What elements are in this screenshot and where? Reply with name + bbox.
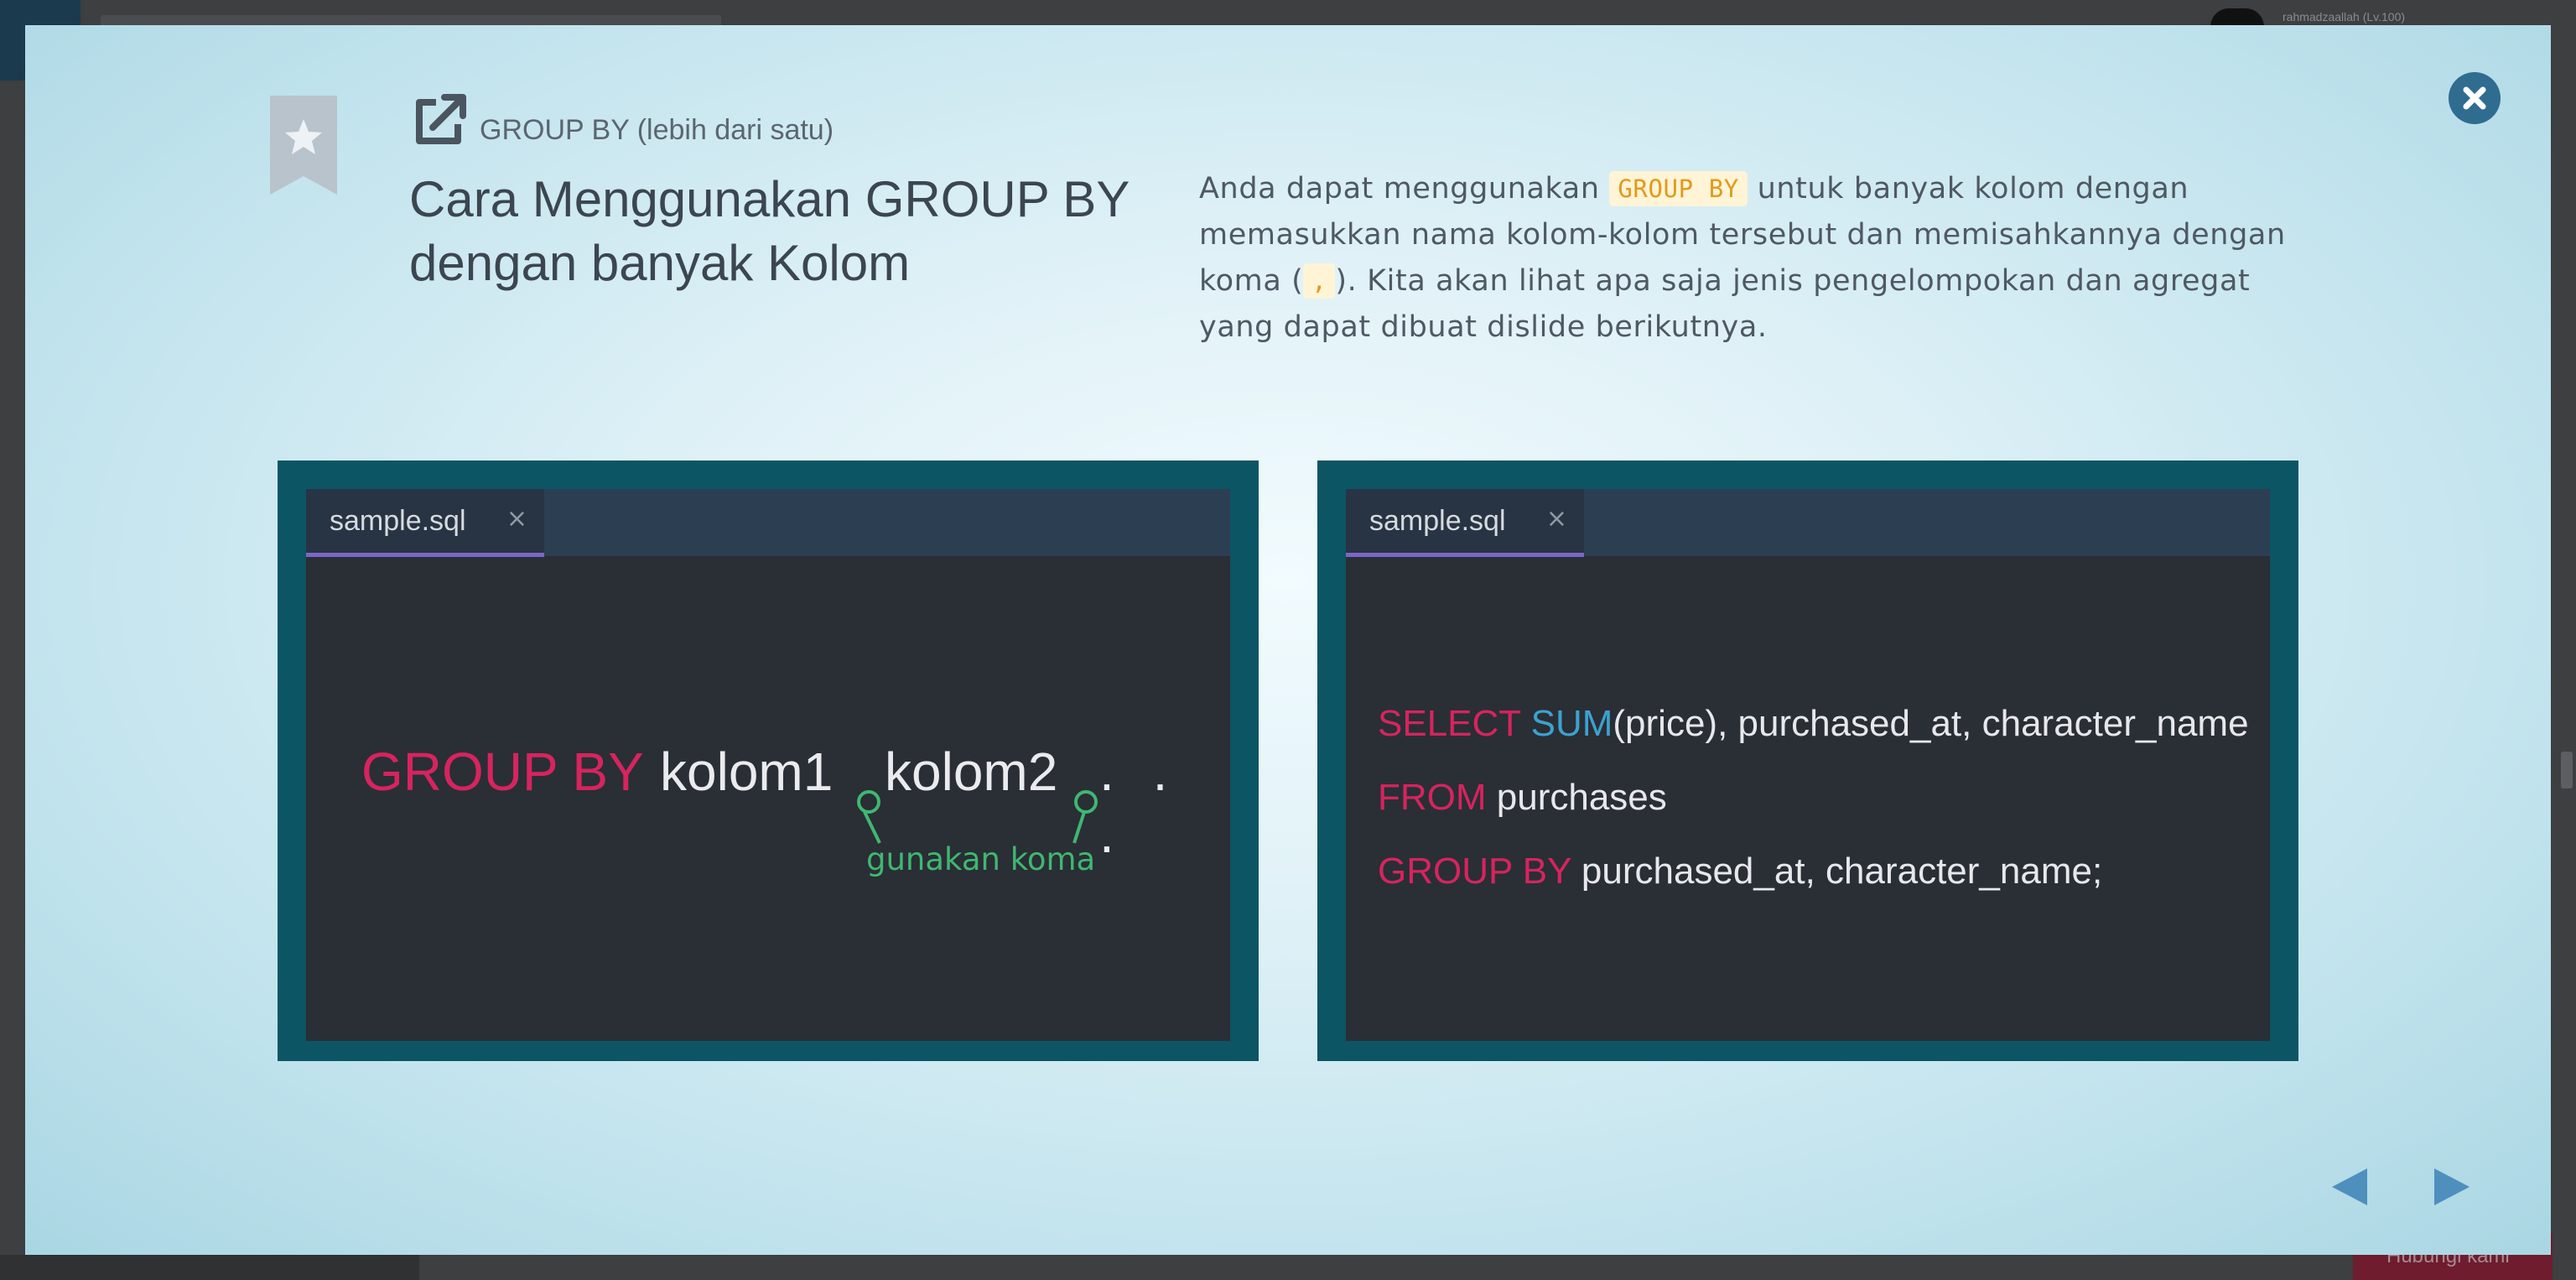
code-line-3: GROUP BY purchased_at, character_name;: [1378, 851, 2102, 892]
right-code-panel: sample.sql × SELECT SUM(price), purchase…: [1317, 460, 2298, 1061]
bookmark-star-icon[interactable]: [267, 96, 340, 196]
slide-modal: GROUP BY (lebih dari satu) Cara Mengguna…: [25, 25, 2551, 1255]
inline-code: ,: [1303, 263, 1336, 299]
external-link-icon[interactable]: [411, 91, 470, 149]
description-text: Anda dapat menggunakan: [1199, 172, 1610, 206]
inline-code: GROUP BY: [1609, 171, 1748, 206]
user-label: rahmadzaallah (Lv.100): [2283, 10, 2406, 23]
comma-annotation: [857, 790, 1098, 844]
slide-title: Cara Menggunakan GROUP BY dengan banyak …: [409, 171, 1130, 291]
background-footer: [0, 1255, 419, 1280]
slide-subtitle: GROUP BY (lebih dari satu): [480, 114, 834, 146]
left-code-panel: sample.sql × GROUP BY kolom1 kolom2 . . …: [278, 460, 1259, 1061]
slide-description: Anda dapat menggunakan GROUP BY untuk ba…: [1199, 166, 2306, 351]
tab-label: sample.sql: [1369, 504, 1506, 537]
close-button[interactable]: [2449, 72, 2501, 124]
editor-tab-bar: sample.sql ×: [1346, 489, 2270, 557]
from-keyword: FROM: [1378, 777, 1487, 818]
code-line-2: FROM purchases: [1378, 777, 1667, 819]
group-by-keyword: GROUP BY: [1378, 851, 1571, 892]
prev-arrow-icon[interactable]: [2329, 1166, 2371, 1208]
tab-sample-sql[interactable]: sample.sql ×: [1346, 489, 1584, 557]
code-editor: sample.sql × SELECT SUM(price), purchase…: [1346, 489, 2270, 1041]
scrollbar: [2561, 752, 2573, 788]
select-keyword: SELECT: [1378, 703, 1521, 744]
next-arrow-icon[interactable]: [2430, 1166, 2472, 1208]
code-editor: sample.sql × GROUP BY kolom1 kolom2 . . …: [306, 489, 1230, 1041]
code-text: purchases: [1496, 777, 1667, 818]
avatar: [2210, 8, 2264, 27]
description-text: ). Kita akan lihat apa saja jenis pengel…: [1199, 264, 2251, 344]
tab-close-icon[interactable]: ×: [1546, 504, 1567, 533]
sum-function: SUM: [1530, 703, 1613, 744]
code-text: (price), purchased_at, character_name: [1613, 703, 2249, 744]
code-line-1: SELECT SUM(price), purchased_at, charact…: [1378, 703, 2249, 745]
comma-hint: gunakan koma: [866, 841, 1096, 877]
code-text: purchased_at, character_name;: [1581, 851, 2103, 892]
close-icon: [2463, 86, 2486, 110]
